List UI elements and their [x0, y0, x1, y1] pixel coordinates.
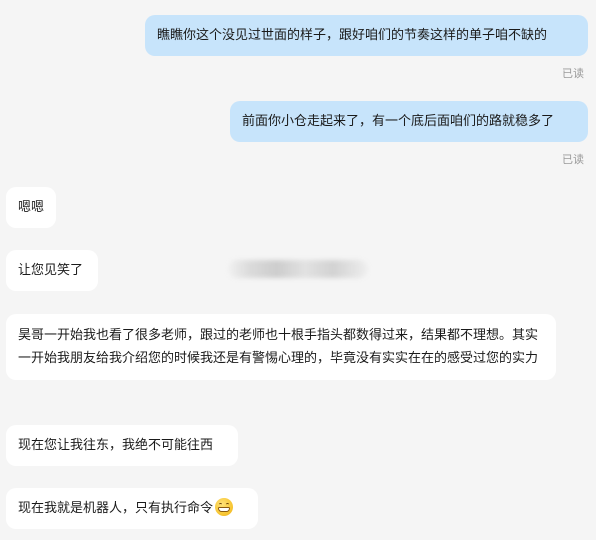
chat-message-list[interactable]: 瞧瞧你这个没见过世面的样子，跟好咱们的节奏这样的单子咱不缺的 已读 前面你小仓走… — [0, 0, 596, 540]
message-text: 现在我就是机器人，只有执行命令 — [18, 501, 214, 516]
message-bubble-incoming[interactable]: 现在我就是机器人，只有执行命令 — [6, 488, 258, 529]
read-status: 已读 — [562, 67, 584, 80]
message-text: 前面你小仓走起来了，有一个底后面咱们的路就稳多了 — [242, 114, 555, 129]
blurred-region — [228, 260, 368, 278]
message-bubble-incoming[interactable]: 嗯嗯 — [6, 187, 56, 228]
message-text: 让您见笑了 — [18, 263, 84, 278]
message-bubble-outgoing[interactable]: 前面你小仓走起来了，有一个底后面咱们的路就稳多了 — [230, 101, 588, 142]
message-bubble-incoming[interactable]: 昊哥一开始我也看了很多老师，跟过的老师也十根手指头都数得过来，结果都不理想。其实… — [6, 314, 556, 380]
message-text: 嗯嗯 — [18, 200, 45, 215]
message-row-incoming: 让您见笑了 — [6, 250, 98, 291]
read-status: 已读 — [562, 153, 584, 166]
message-bubble-incoming[interactable]: 让您见笑了 — [6, 250, 98, 291]
message-text: 昊哥一开始我也看了很多老师，跟过的老师也十根手指头都数得过来，结果都不理想。其实… — [18, 328, 539, 366]
message-row-incoming: 昊哥一开始我也看了很多老师，跟过的老师也十根手指头都数得过来，结果都不理想。其实… — [6, 314, 556, 380]
message-row-incoming: 嗯嗯 — [6, 187, 56, 228]
message-row-outgoing: 前面你小仓走起来了，有一个底后面咱们的路就稳多了 — [230, 101, 588, 142]
grinning-face-icon — [215, 498, 234, 516]
message-bubble-incoming[interactable]: 现在您让我往东，我绝不可能往西 — [6, 425, 238, 466]
message-text: 现在您让我往东，我绝不可能往西 — [18, 438, 214, 453]
message-row-outgoing: 瞧瞧你这个没见过世面的样子，跟好咱们的节奏这样的单子咱不缺的 — [145, 15, 588, 56]
message-text: 瞧瞧你这个没见过世面的样子，跟好咱们的节奏这样的单子咱不缺的 — [157, 28, 548, 43]
message-row-incoming: 现在您让我往东，我绝不可能往西 — [6, 425, 238, 466]
message-row-incoming: 现在我就是机器人，只有执行命令 — [6, 488, 258, 529]
message-bubble-outgoing[interactable]: 瞧瞧你这个没见过世面的样子，跟好咱们的节奏这样的单子咱不缺的 — [145, 15, 588, 56]
